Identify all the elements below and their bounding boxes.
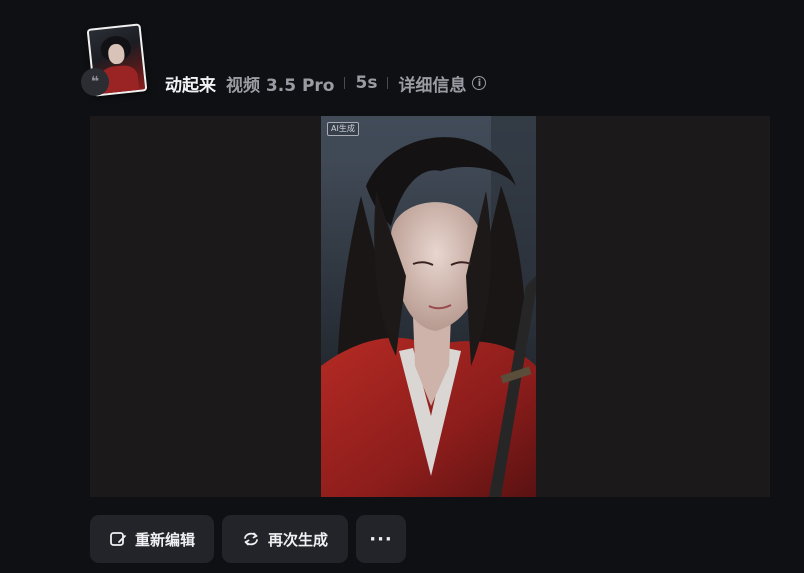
- action-bar: 重新编辑 再次生成 ···: [90, 515, 406, 563]
- regenerate-label: 再次生成: [267, 530, 328, 549]
- more-options-button[interactable]: ···: [356, 515, 406, 563]
- avatar[interactable]: ❝: [81, 23, 148, 100]
- edit-icon: [110, 532, 126, 546]
- generation-meta: 动起来 视频 3.5 Pro 5s 详细信息 i: [165, 70, 487, 96]
- more-icon: ···: [369, 528, 393, 550]
- video-frame[interactable]: AI生成: [321, 116, 536, 497]
- duration: 5s: [355, 73, 378, 93]
- re-edit-button[interactable]: 重新编辑: [90, 515, 214, 563]
- re-edit-label: 重新编辑: [134, 530, 195, 549]
- video-player[interactable]: AI生成: [90, 116, 770, 497]
- prompt-title: 动起来: [165, 75, 216, 96]
- refresh-icon: [244, 532, 258, 546]
- model-name: 视频 3.5 Pro: [226, 75, 335, 96]
- quote-icon[interactable]: ❝: [81, 68, 109, 96]
- divider: [344, 77, 346, 89]
- regenerate-button[interactable]: 再次生成: [222, 515, 348, 563]
- details-link[interactable]: 详细信息: [398, 71, 466, 96]
- divider: [387, 77, 389, 89]
- generation-card: ❝ 动起来 视频 3.5 Pro 5s 详细信息 i AI生成 重新编辑 再次生…: [0, 0, 804, 573]
- video-still-image: [321, 116, 536, 497]
- ai-generated-tag: AI生成: [327, 122, 359, 136]
- info-icon[interactable]: i: [472, 76, 487, 90]
